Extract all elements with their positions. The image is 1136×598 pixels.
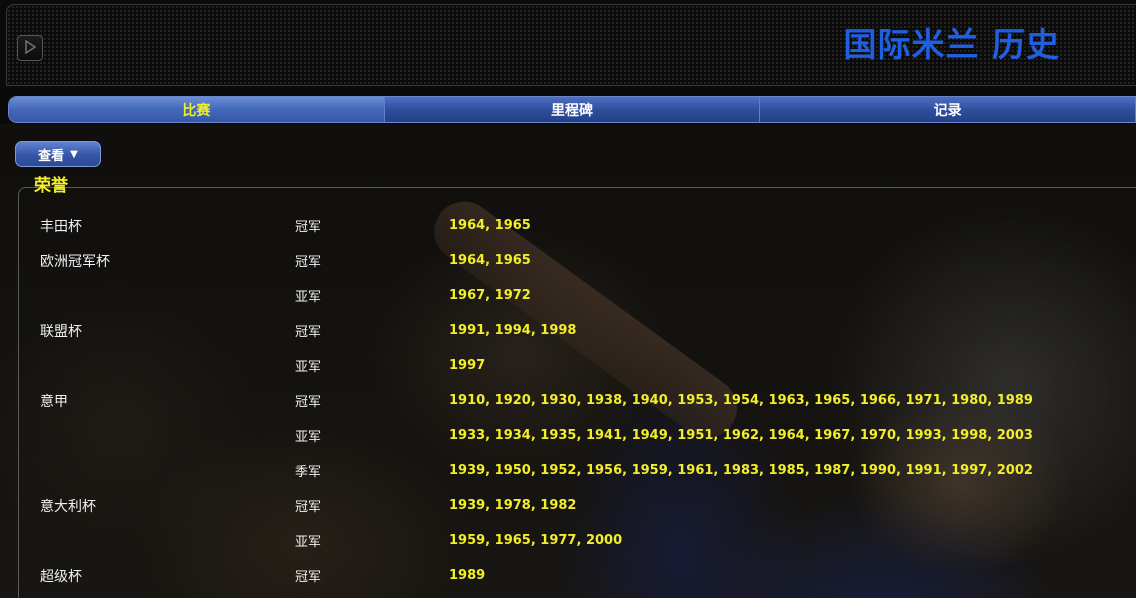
placing: 亚军 [295,535,322,550]
placing: 冠军 [295,395,322,410]
placing: 亚军 [295,430,322,445]
placing: 冠军 [295,570,322,585]
years: 1964, 1965 [449,253,531,268]
years: 1967, 1972 [449,288,531,303]
tab-bar: 比赛 里程碑 记录 [8,96,1136,123]
years: 1939, 1978, 1982 [449,498,577,513]
years: 1910, 1920, 1930, 1938, 1940, 1953, 1954… [449,393,1033,408]
page-title: 国际米兰 历史 [843,25,1060,64]
play-button[interactable] [17,35,43,61]
competition-name: 意大利杯 [40,499,96,515]
honour-row: 意甲 冠军 1910, 1920, 1930, 1938, 1940, 1953… [0,383,1136,418]
honour-row: 季军 1939, 1950, 1952, 1956, 1959, 1961, 1… [0,453,1136,488]
honour-row: 亚军 1967, 1972 [0,278,1136,313]
caret-down-icon: ▼ [70,148,78,160]
placing: 冠军 [295,220,322,235]
competition-name: 意甲 [40,394,68,410]
years: 1997 [449,358,486,373]
play-icon [24,39,37,58]
placing: 冠军 [295,325,322,340]
honour-row: 欧洲冠军杯 冠军 1964, 1965 [0,243,1136,278]
competition-name: 联盟杯 [40,324,82,340]
placing: 亚军 [295,290,322,305]
honours-title: 荣誉 [34,176,68,196]
placing: 季军 [295,465,322,480]
placing: 亚军 [295,360,322,375]
honour-row: 亚军 1997 [0,348,1136,383]
competition-name: 欧洲冠军杯 [40,254,110,270]
years: 1959, 1965, 1977, 2000 [449,533,623,548]
history-screen: 国际米兰 历史 比赛 里程碑 记录 查看 ▼ 荣誉 丰田杯 冠军 1964, 1… [0,0,1136,598]
honour-row: 亚军 1933, 1934, 1935, 1941, 1949, 1951, 1… [0,418,1136,453]
tab-records[interactable]: 记录 [760,97,1136,122]
years: 1964, 1965 [449,218,531,233]
honour-row: 亚军 1959, 1965, 1977, 2000 [0,523,1136,558]
tab-matches[interactable]: 比赛 [9,97,385,122]
honour-row: 超级杯 冠军 1989 [0,558,1136,593]
years: 1933, 1934, 1935, 1941, 1949, 1951, 1962… [449,428,1033,443]
years: 1991, 1994, 1998 [449,323,577,338]
placing: 冠军 [295,500,322,515]
competition-name: 丰田杯 [40,219,82,235]
placing: 冠军 [295,255,322,270]
honour-row: 意大利杯 冠军 1939, 1978, 1982 [0,488,1136,523]
view-dropdown-button[interactable]: 查看 ▼ [15,141,101,167]
honours-list: 丰田杯 冠军 1964, 1965 欧洲冠军杯 冠军 1964, 1965 亚军… [0,208,1136,593]
honour-row: 丰田杯 冠军 1964, 1965 [0,208,1136,243]
tab-milestones[interactable]: 里程碑 [384,97,761,122]
view-button-label: 查看 [38,148,65,164]
years: 1939, 1950, 1952, 1956, 1959, 1961, 1983… [449,463,1033,478]
competition-name: 超级杯 [40,569,82,585]
years: 1989 [449,568,486,583]
honour-row: 联盟杯 冠军 1991, 1994, 1998 [0,313,1136,348]
